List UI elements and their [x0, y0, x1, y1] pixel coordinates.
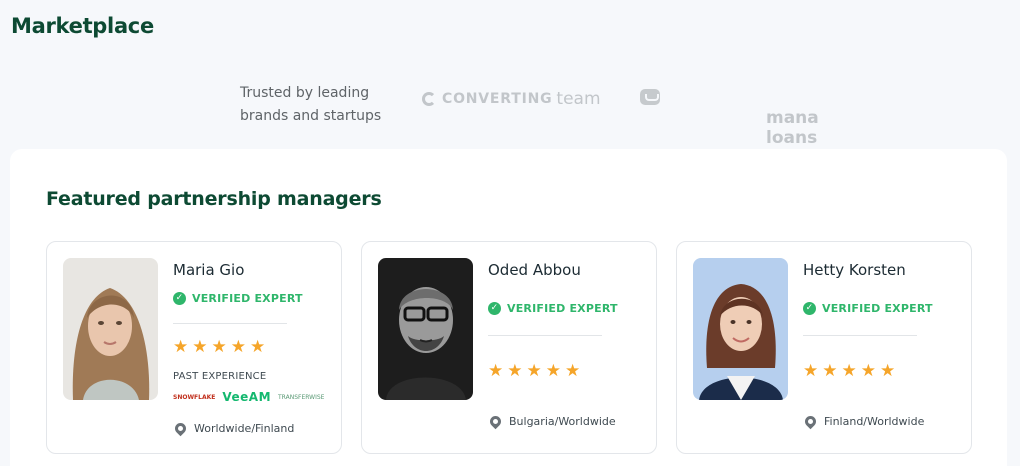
past-experience-label: PAST EXPERIENCE	[173, 371, 267, 382]
star-icon: ★	[507, 361, 523, 381]
mana-loans-logo: mana loans	[640, 89, 819, 148]
past-experience-logos: SNOWFLAKE VeeAM TRANSFERWISE	[173, 390, 324, 404]
past-logo-3: TRANSFERWISE	[278, 393, 325, 401]
star-icon: ★	[230, 337, 246, 357]
location-text: Worldwide/Finland	[194, 422, 295, 435]
manager-photo	[693, 258, 788, 400]
star-icon: ★	[211, 337, 227, 357]
section-title: Featured partnership managers	[46, 188, 382, 210]
star-icon: ★	[526, 361, 542, 381]
star-icon: ★	[803, 361, 819, 381]
past-logo-veeam: VeeAM	[222, 390, 272, 404]
rating-stars: ★ ★ ★ ★ ★	[488, 363, 580, 380]
featured-panel: Featured partnership managers Maria Gio …	[10, 149, 1007, 466]
manager-name: Hetty Korsten	[803, 261, 906, 279]
star-icon: ★	[860, 361, 876, 381]
manager-card-maria-gio[interactable]: Maria Gio ✓ VERIFIED EXPERT ★ ★ ★ ★ ★ PA…	[46, 241, 342, 454]
verified-badge: ✓ VERIFIED EXPERT	[173, 292, 303, 305]
location-pin-icon	[802, 413, 819, 430]
mana-logo-text: mana loans	[766, 108, 819, 148]
rating-stars: ★ ★ ★ ★ ★	[173, 339, 265, 356]
manager-name: Oded Abbou	[488, 261, 581, 279]
star-icon: ★	[822, 361, 838, 381]
location-pin-icon	[172, 420, 189, 437]
location: Worldwide/Finland	[172, 420, 295, 437]
manager-photo	[63, 258, 158, 400]
check-circle-icon: ✓	[173, 292, 186, 305]
star-icon: ★	[488, 361, 504, 381]
divider	[173, 323, 287, 324]
location: Bulgaria/Worldwide	[487, 413, 616, 430]
star-icon: ★	[841, 361, 857, 381]
page-title: Marketplace	[11, 14, 154, 38]
check-circle-icon: ✓	[488, 302, 501, 315]
divider	[803, 335, 917, 336]
past-logo-1: SNOWFLAKE	[173, 393, 216, 401]
converting-logo-icon	[422, 92, 436, 106]
verified-badge: ✓ VERIFIED EXPERT	[488, 302, 618, 315]
star-icon: ★	[173, 337, 189, 357]
verified-badge-label: VERIFIED EXPERT	[192, 292, 303, 305]
rating-stars: ★ ★ ★ ★ ★	[803, 363, 895, 380]
trusted-by-line-1: Trusted by leading	[240, 85, 370, 101]
verified-badge-label: VERIFIED EXPERT	[507, 302, 618, 315]
location-pin-icon	[487, 413, 504, 430]
star-icon: ★	[250, 337, 266, 357]
verified-badge: ✓ VERIFIED EXPERT	[803, 302, 933, 315]
verified-badge-label: VERIFIED EXPERT	[822, 302, 933, 315]
manager-photo	[378, 258, 473, 400]
trusted-by-line-2: brands and startups	[240, 108, 382, 124]
location-text: Bulgaria/Worldwide	[509, 415, 616, 428]
divider	[488, 335, 602, 336]
trusted-by-text: Trusted by leading brands and startups	[240, 82, 400, 128]
manager-card-oded-abbou[interactable]: Oded Abbou ✓ VERIFIED EXPERT ★ ★ ★ ★ ★ B…	[361, 241, 657, 454]
star-icon: ★	[565, 361, 581, 381]
star-icon: ★	[545, 361, 561, 381]
converting-team-logo: CONVERTING team	[422, 89, 601, 109]
mana-logo-icon	[640, 89, 660, 105]
star-icon: ★	[192, 337, 208, 357]
location: Finland/Worldwide	[802, 413, 925, 430]
manager-card-hetty-korsten[interactable]: Hetty Korsten ✓ VERIFIED EXPERT ★ ★ ★ ★ …	[676, 241, 972, 454]
converting-logo-light: team	[556, 89, 601, 109]
converting-logo-bold: CONVERTING	[442, 91, 553, 107]
star-icon: ★	[880, 361, 896, 381]
check-circle-icon: ✓	[803, 302, 816, 315]
manager-name: Maria Gio	[173, 261, 245, 279]
location-text: Finland/Worldwide	[824, 415, 925, 428]
